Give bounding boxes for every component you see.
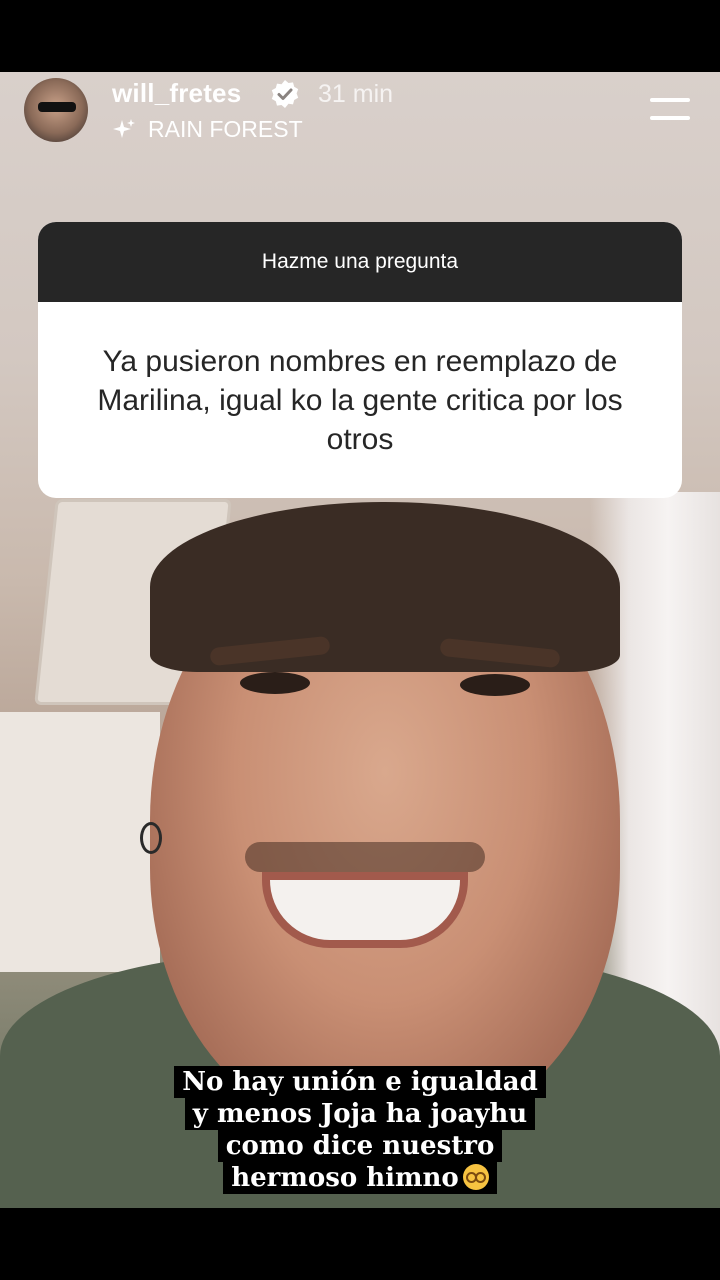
avatar[interactable] bbox=[24, 78, 88, 142]
person-earring bbox=[140, 822, 162, 854]
sparkle-music-icon bbox=[113, 119, 135, 138]
caption-line: No hay unión e igualdad bbox=[174, 1066, 546, 1098]
music-label[interactable]: RAIN FOREST bbox=[148, 116, 303, 143]
flushed-face-emoji bbox=[462, 1164, 489, 1190]
caption-line: como dice nuestro bbox=[217, 1130, 503, 1162]
verified-badge-icon bbox=[271, 80, 299, 108]
caption: No hay unión e igualdad y menos Joja ha … bbox=[0, 1066, 720, 1194]
question-sticker-title: Hazme una pregunta bbox=[38, 222, 682, 302]
person-mouth bbox=[270, 880, 460, 940]
menu-icon[interactable] bbox=[650, 98, 692, 124]
avatar-sunglasses bbox=[38, 102, 76, 112]
question-sticker[interactable]: Hazme una pregunta Ya pusieron nombres e… bbox=[38, 222, 682, 498]
caption-line: y menos Joja ha joayhu bbox=[184, 1098, 536, 1130]
person-mustache bbox=[245, 842, 485, 872]
post-time: 31 min bbox=[318, 80, 394, 108]
person-right-eye bbox=[460, 674, 530, 696]
caption-line-last: hermoso himno bbox=[223, 1162, 497, 1194]
caption-line-text: hermoso himno bbox=[231, 1163, 459, 1193]
username-link[interactable]: will_fretes bbox=[112, 78, 241, 109]
question-sticker-text: Ya pusieron nombres en reemplazo de Mari… bbox=[97, 344, 623, 456]
person-left-eye bbox=[240, 672, 310, 694]
story-header: will_fretes 31 min RAIN FOREST bbox=[0, 76, 720, 146]
background-headboard bbox=[0, 712, 160, 972]
